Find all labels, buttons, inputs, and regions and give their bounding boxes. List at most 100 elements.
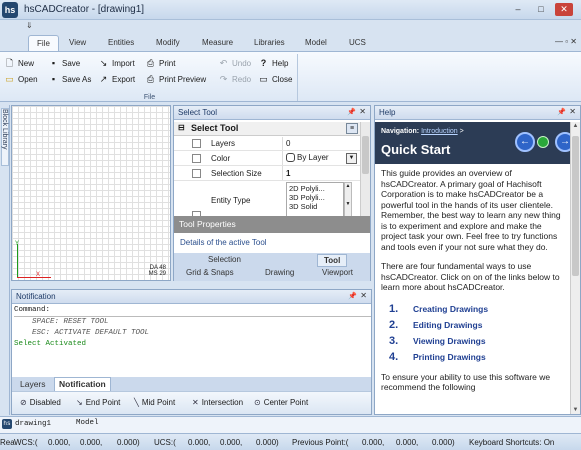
open-folder-icon: ▭ bbox=[5, 74, 14, 84]
previous-point-label: Previous Point:( bbox=[292, 438, 349, 447]
tab-drawing[interactable]: Drawing bbox=[265, 268, 294, 277]
pin-icon[interactable]: 📌 bbox=[348, 292, 357, 300]
new-button[interactable]: 🗋 New bbox=[4, 58, 34, 69]
ribbon-window-controls[interactable]: — ▫ ✕ bbox=[555, 37, 577, 46]
command-prompt[interactable]: Command: bbox=[14, 305, 371, 317]
command-console[interactable]: Command: SPACE: RESET TOOL ESC: ACTIVATE… bbox=[12, 305, 371, 377]
app-logo-icon[interactable]: hs bbox=[2, 2, 18, 18]
tab-layers[interactable]: Layers bbox=[20, 379, 46, 389]
viewing-drawings-link[interactable]: Viewing Drawings bbox=[413, 336, 486, 347]
help-breadcrumb: Navigation: Introduction > bbox=[381, 128, 464, 135]
snap-mid-point-button[interactable]: ╲ Mid Point bbox=[134, 398, 175, 407]
scroll-thumb[interactable] bbox=[362, 136, 369, 174]
list-item[interactable]: 2D Polyli... bbox=[289, 184, 341, 193]
list-item[interactable]: 3D Polyli... bbox=[289, 193, 341, 202]
redo-button[interactable]: ↷ Redo bbox=[218, 74, 251, 85]
doc-tab-model[interactable]: Model bbox=[76, 419, 99, 427]
tab-view[interactable]: View bbox=[69, 38, 86, 47]
creating-drawings-link[interactable]: Creating Drawings bbox=[413, 304, 488, 315]
prop-row-selection-size: Selection Size 1 bbox=[174, 166, 360, 181]
quick-access-arrow-icon[interactable]: ⇓ bbox=[26, 21, 33, 30]
list-item: 3. Viewing Drawings bbox=[389, 335, 486, 348]
scroll-up-icon[interactable]: ▲ bbox=[571, 123, 580, 129]
print-button[interactable]: ⎙ Print bbox=[145, 58, 176, 69]
close-icon[interactable]: ✕ bbox=[360, 291, 367, 300]
help-banner: Navigation: Introduction > Quick Start ←… bbox=[375, 122, 580, 164]
close-icon[interactable]: ✕ bbox=[359, 107, 366, 116]
pin-icon[interactable]: 📌 bbox=[557, 108, 566, 116]
export-icon: ↗ bbox=[99, 74, 108, 84]
entity-list-scrollbar[interactable]: ▲ ▼ bbox=[344, 182, 352, 220]
save-as-icon: ▪ bbox=[51, 74, 56, 84]
console-status-line: Select Activated bbox=[14, 340, 87, 348]
properties-scrollbar[interactable] bbox=[360, 122, 370, 226]
editing-drawings-link[interactable]: Editing Drawings bbox=[413, 320, 482, 331]
scroll-thumb[interactable] bbox=[572, 136, 579, 276]
help-scrollbar[interactable]: ▲ ▼ bbox=[570, 122, 580, 414]
close-icon[interactable]: ✕ bbox=[569, 107, 576, 116]
color-checkbox[interactable] bbox=[192, 154, 201, 163]
x-axis-label: X bbox=[36, 272, 41, 278]
color-label: Color bbox=[211, 154, 231, 163]
print-preview-button[interactable]: ⎙ Print Preview bbox=[145, 74, 206, 85]
color-select[interactable]: By Layer bbox=[286, 153, 329, 163]
introduction-link[interactable]: Introduction bbox=[421, 128, 458, 135]
mid-point-icon: ╲ bbox=[134, 398, 139, 407]
keyboard-shortcuts-status[interactable]: Keyboard Shortcuts: On bbox=[469, 438, 554, 447]
snap-center-point-button[interactable]: ⊙ Center Point bbox=[254, 398, 308, 407]
list-item[interactable]: 3D Solid bbox=[289, 202, 341, 211]
doc-tab-drawing1[interactable]: hs drawing1 bbox=[2, 419, 51, 429]
pin-icon[interactable]: 📌 bbox=[347, 108, 356, 116]
chevron-down-icon[interactable]: ▼ bbox=[346, 153, 357, 164]
collapse-icon[interactable]: ⊟ bbox=[178, 123, 185, 132]
save-button[interactable]: ▪ Save bbox=[48, 58, 80, 69]
snap-disabled-button[interactable]: ⊘ Disabled bbox=[20, 398, 61, 407]
help-button[interactable]: ? Help bbox=[258, 58, 289, 69]
tab-model[interactable]: Model bbox=[305, 38, 327, 47]
print-preview-icon: ⎙ bbox=[146, 74, 155, 84]
drawing-canvas[interactable]: Y X DA 48 MS 29 bbox=[11, 105, 171, 281]
export-button[interactable]: ↗ Export bbox=[98, 74, 135, 85]
tab-tool[interactable]: Tool bbox=[317, 254, 348, 267]
layers-checkbox[interactable] bbox=[192, 139, 201, 148]
tab-grid-snaps[interactable]: Grid & Snaps bbox=[186, 268, 234, 277]
ribbon: 🗋 New ▭ Open ▪ Save ▪ Save As ↘ Import ↗… bbox=[0, 51, 581, 102]
open-button[interactable]: ▭ Open bbox=[4, 74, 37, 85]
maximize-button[interactable]: □ bbox=[532, 3, 550, 16]
tab-measure[interactable]: Measure bbox=[202, 38, 233, 47]
entity-type-list[interactable]: 2D Polyli... 3D Polyli... 3D Solid bbox=[286, 182, 344, 220]
scroll-down-icon[interactable]: ▼ bbox=[571, 407, 580, 413]
close-button[interactable]: ▭ Close bbox=[258, 74, 292, 85]
tab-selection[interactable]: Selection bbox=[208, 255, 241, 264]
tab-ucs[interactable]: UCS bbox=[349, 38, 366, 47]
wcs-label: WCS:( bbox=[14, 438, 38, 447]
tab-modify[interactable]: Modify bbox=[156, 38, 180, 47]
close-window-button[interactable]: ✕ bbox=[555, 3, 573, 16]
selection-size-label: Selection Size bbox=[211, 169, 262, 178]
intersection-icon: ✕ bbox=[192, 398, 199, 407]
tab-file[interactable]: File bbox=[28, 35, 59, 52]
printing-drawings-link[interactable]: Printing Drawings bbox=[413, 352, 486, 363]
tab-viewport[interactable]: Viewport bbox=[322, 268, 353, 277]
properties-icon[interactable]: ≡ bbox=[346, 123, 358, 134]
home-icon[interactable] bbox=[537, 136, 549, 148]
redo-icon: ↷ bbox=[219, 74, 228, 84]
block-library-tab[interactable]: Block Library bbox=[1, 108, 9, 166]
import-button[interactable]: ↘ Import bbox=[98, 58, 135, 69]
snap-end-point-button[interactable]: ↘ End Point bbox=[76, 398, 120, 407]
tab-notification[interactable]: Notification bbox=[54, 377, 111, 391]
ready-status: Rea bbox=[0, 438, 15, 447]
undo-button[interactable]: ↶ Undo bbox=[218, 58, 251, 69]
prev-z: 0.000) bbox=[432, 438, 455, 447]
back-arrow-icon[interactable]: ← bbox=[515, 132, 535, 152]
selection-size-checkbox[interactable] bbox=[192, 169, 201, 178]
title-bar: hs hsCADCreator - [drawing1] – □ ✕ bbox=[0, 0, 581, 20]
snap-intersection-button[interactable]: ✕ Intersection bbox=[192, 398, 243, 407]
tab-libraries[interactable]: Libraries bbox=[254, 38, 285, 47]
tab-entities[interactable]: Entities bbox=[108, 38, 134, 47]
layers-value[interactable]: 0 bbox=[286, 139, 290, 148]
file-group: 🗋 New ▭ Open ▪ Save ▪ Save As ↘ Import ↗… bbox=[2, 54, 298, 101]
save-as-button[interactable]: ▪ Save As bbox=[48, 74, 91, 85]
minimize-button[interactable]: – bbox=[509, 3, 527, 16]
selection-size-value[interactable]: 1 bbox=[286, 169, 290, 178]
